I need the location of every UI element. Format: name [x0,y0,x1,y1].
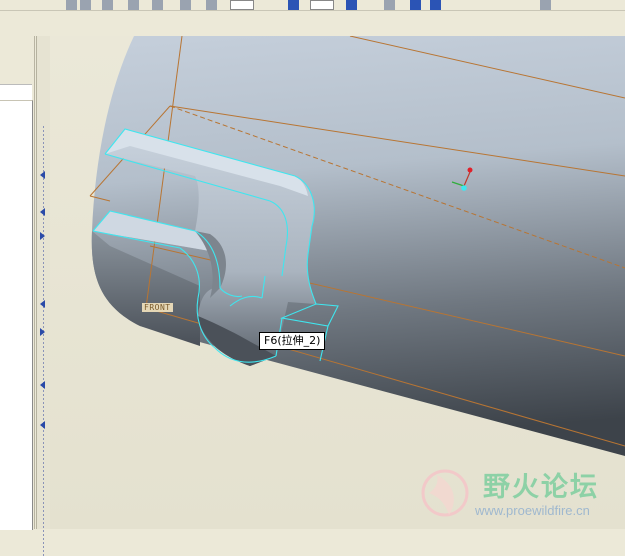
graphics-viewport[interactable] [50,35,625,529]
watermark-url: www.proewildfire.cn [475,503,590,518]
model-tree-header [0,84,32,101]
flame-logo-icon [421,469,469,517]
collapse-left-icon[interactable] [40,208,45,216]
print-icon[interactable] [180,0,191,10]
new-icon[interactable] [102,0,113,10]
spin-icon[interactable] [310,0,334,10]
model-render [50,35,625,529]
redo-icon[interactable] [80,0,91,10]
top-toolbar [0,0,625,11]
collapse-left-icon[interactable] [40,300,45,308]
csys-icon[interactable] [430,0,441,10]
repaint-icon[interactable] [230,0,254,10]
expand-right-icon[interactable] [40,328,45,336]
model-tree[interactable] [0,100,33,530]
undo-icon[interactable] [66,0,77,10]
open-icon[interactable] [128,0,139,10]
save-icon[interactable] [152,0,163,10]
expand-right-icon[interactable] [40,232,45,240]
feature-tooltip: F6(拉伸_2) [259,332,326,350]
analysis-icon[interactable] [540,0,551,10]
zoom-icon[interactable] [288,0,299,10]
forum-watermark: 野火论坛 www.proewildfire.cn [413,461,625,529]
datum-plane-label-front[interactable]: FRONT [142,303,173,312]
splitter-grip [43,126,44,556]
collapse-left-icon[interactable] [40,421,45,429]
collapse-left-icon[interactable] [40,171,45,179]
datum-plane-icon[interactable] [346,0,357,10]
collapse-left-icon[interactable] [40,381,45,389]
datum-axis-icon[interactable] [384,0,395,10]
datum-point-icon[interactable] [410,0,421,10]
watermark-title: 野火论坛 [483,472,599,503]
views-icon[interactable] [206,0,217,10]
